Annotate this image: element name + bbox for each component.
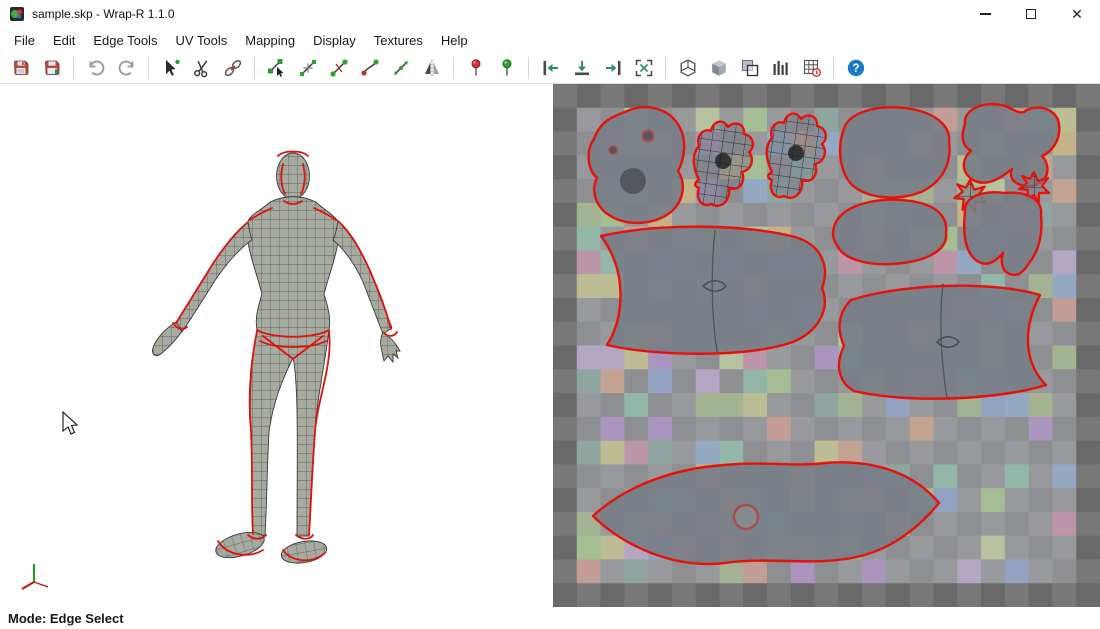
pack-right-button[interactable]	[599, 54, 626, 81]
view-stretch-icon	[771, 58, 791, 78]
pin-red-tool-icon	[466, 58, 486, 78]
maximize-icon	[1026, 9, 1036, 19]
pack-left-button[interactable]	[537, 54, 564, 81]
view-cube-wire-icon	[678, 58, 698, 78]
edge-sew-tool-icon	[360, 58, 380, 78]
mirror-tool-button[interactable]	[418, 54, 445, 81]
window-controls: ✕	[962, 0, 1100, 28]
toolbar-separator	[833, 57, 834, 79]
uv-island-arm[interactable]	[833, 200, 946, 265]
edge-cut-tool-button[interactable]	[325, 54, 352, 81]
edge-select-tool-icon	[267, 58, 287, 78]
svg-text:?: ?	[852, 63, 859, 75]
view-texture-clock-icon	[802, 58, 822, 78]
view-texture-clock-button[interactable]	[798, 54, 825, 81]
unweld-tool-button[interactable]	[219, 54, 246, 81]
menu-uv-tools[interactable]: UV Tools	[166, 30, 236, 51]
edge-move-tool-button[interactable]	[294, 54, 321, 81]
menu-edge-tools[interactable]: Edge Tools	[84, 30, 166, 51]
menu-display[interactable]: Display	[304, 30, 365, 51]
uv-island-head[interactable]	[589, 107, 685, 223]
toolbar: ?	[0, 52, 1100, 84]
menu-edit[interactable]: Edit	[44, 30, 84, 51]
view-uv-overlay-icon	[740, 58, 760, 78]
help-icon: ?	[846, 58, 866, 78]
pack-down-icon	[572, 58, 592, 78]
edge-sew-tool-button[interactable]	[356, 54, 383, 81]
menu-file[interactable]: File	[5, 30, 44, 51]
viewport-3d[interactable]	[0, 84, 553, 607]
maximize-button[interactable]	[1008, 0, 1054, 28]
uv-island-leg-right[interactable]	[839, 284, 1046, 399]
cut-tool-icon	[192, 58, 212, 78]
close-button[interactable]: ✕	[1054, 0, 1100, 28]
menubar: FileEditEdge ToolsUV ToolsMappingDisplay…	[0, 28, 1100, 52]
pin-green-tool-button[interactable]	[493, 54, 520, 81]
undo-icon	[86, 58, 106, 78]
uv-island-leg-left[interactable]	[601, 227, 825, 354]
pin-red-tool-button[interactable]	[462, 54, 489, 81]
view-cube-wire-button[interactable]	[674, 54, 701, 81]
mode-label: Mode: Edge Select	[8, 611, 124, 626]
app-icon	[9, 6, 25, 22]
edge-cut-tool-icon	[329, 58, 349, 78]
menu-textures[interactable]: Textures	[365, 30, 432, 51]
mirror-tool-icon	[422, 58, 442, 78]
uv-editor-canvas[interactable]	[553, 84, 1100, 607]
save-copy-button[interactable]	[38, 54, 65, 81]
redo-button[interactable]	[113, 54, 140, 81]
toolbar-separator	[528, 57, 529, 79]
edge-flow-tool-icon	[391, 58, 411, 78]
window-title: sample.skp - Wrap-R 1.1.0	[32, 7, 175, 21]
viewport-3d-canvas[interactable]	[0, 84, 553, 607]
redo-icon	[117, 58, 137, 78]
edge-move-tool-icon	[298, 58, 318, 78]
toolbar-separator	[254, 57, 255, 79]
minimize-button[interactable]	[962, 0, 1008, 28]
pin-green-tool-icon	[497, 58, 517, 78]
pack-fit-button[interactable]	[630, 54, 657, 81]
minimize-icon	[980, 13, 991, 15]
undo-button[interactable]	[82, 54, 109, 81]
toolbar-separator	[148, 57, 149, 79]
save-copy-icon	[42, 58, 62, 78]
close-icon: ✕	[1071, 7, 1083, 21]
mouse-cursor	[63, 412, 77, 434]
menu-help[interactable]: Help	[432, 30, 477, 51]
toolbar-separator	[453, 57, 454, 79]
model-wireframe	[153, 153, 400, 566]
select-tool-button[interactable]	[157, 54, 184, 81]
save-button[interactable]	[7, 54, 34, 81]
pack-fit-icon	[634, 58, 654, 78]
edge-select-tool-button[interactable]	[263, 54, 290, 81]
view-cube-shaded-icon	[709, 58, 729, 78]
view-uv-overlay-button[interactable]	[736, 54, 763, 81]
pack-left-icon	[541, 58, 561, 78]
edge-flow-tool-button[interactable]	[387, 54, 414, 81]
save-icon	[11, 58, 31, 78]
view-cube-shaded-button[interactable]	[705, 54, 732, 81]
unweld-tool-icon	[223, 58, 243, 78]
pack-right-icon	[603, 58, 623, 78]
statusbar: Mode: Edge Select	[0, 607, 1100, 629]
main-area	[0, 84, 1100, 607]
pack-down-button[interactable]	[568, 54, 595, 81]
menu-mapping[interactable]: Mapping	[236, 30, 304, 51]
help-button[interactable]: ?	[842, 54, 869, 81]
select-tool-icon	[161, 58, 181, 78]
titlebar: sample.skp - Wrap-R 1.1.0 ✕	[0, 0, 1100, 28]
uv-island-torso-back[interactable]	[963, 104, 1060, 186]
axis-gizmo	[22, 564, 48, 589]
toolbar-separator	[73, 57, 74, 79]
uv-island-torso-front[interactable]	[840, 107, 949, 197]
toolbar-separator	[665, 57, 666, 79]
view-stretch-button[interactable]	[767, 54, 794, 81]
uv-editor-panel[interactable]	[553, 84, 1100, 607]
cut-tool-button[interactable]	[188, 54, 215, 81]
